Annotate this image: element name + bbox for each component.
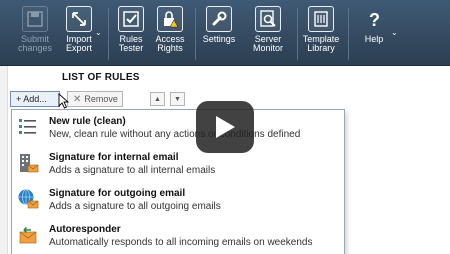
toolbar-separator [195, 8, 196, 60]
list-title: LIST OF RULES [62, 72, 140, 83]
template-library-button[interactable]: Template Library [302, 6, 340, 64]
remove-label: Remove [84, 94, 118, 104]
import-export-icon [66, 6, 92, 32]
menu-item-title: Signature for outgoing email [49, 188, 186, 199]
reply-mail-icon [17, 224, 39, 246]
toolbar-separator [108, 8, 109, 60]
server-monitor-icon [255, 6, 281, 32]
access-rights-button[interactable]: Access Rights [152, 6, 188, 64]
chevron-down-icon: ▼ [174, 95, 181, 103]
settings-label: Settings [202, 34, 236, 44]
menu-item-signature-outgoing[interactable]: Signature for outgoing email Adds a sign… [12, 185, 344, 217]
move-down-button[interactable]: ▼ [170, 92, 185, 106]
save-icon [22, 6, 48, 32]
import-export-label: Import Export [65, 34, 92, 53]
help-label: Help [364, 34, 384, 44]
move-up-button[interactable]: ▲ [150, 92, 165, 106]
menu-item-description: Automatically responds to all incoming e… [49, 237, 313, 248]
svg-text:?: ? [369, 10, 380, 29]
chevron-up-icon: ▲ [154, 95, 161, 103]
template-library-label: Template Library [302, 34, 340, 53]
main-toolbar: Submit changes Import Export ⌄ Rules Tester… [0, 0, 450, 66]
library-icon [308, 6, 334, 32]
menu-item-description: New, clean rule without any actions or c… [49, 129, 301, 140]
toolbar-separator [297, 8, 298, 60]
help-button[interactable]: ? Help [360, 6, 388, 64]
access-rights-label: Access Rights [155, 34, 185, 53]
left-panel-strip [0, 66, 8, 254]
add-rule-menu: New rule (clean) New, clean rule without… [11, 109, 345, 254]
submit-changes-button[interactable]: Submit changes [18, 6, 52, 64]
rules-tester-label: Rules Tester [118, 34, 144, 53]
import-export-dropdown-icon[interactable]: ⌄ [95, 28, 102, 37]
lock-warning-icon [157, 6, 183, 32]
add-rule-button[interactable]: + Add... [10, 91, 60, 107]
globe-mail-icon [17, 188, 39, 210]
menu-item-signature-internal[interactable]: Signature for internal email Adds a sign… [12, 149, 344, 181]
mouse-cursor-icon [58, 93, 70, 109]
import-export-button[interactable]: Import Export [62, 6, 96, 64]
close-icon: ✕ [73, 93, 82, 105]
help-dropdown-icon[interactable]: ⌄ [391, 28, 398, 37]
menu-item-title: Autoresponder [49, 224, 121, 235]
server-monitor-button[interactable]: Server Monitor [250, 6, 286, 64]
settings-button[interactable]: Settings [202, 6, 236, 64]
wrench-icon [206, 6, 232, 32]
menu-item-description: Adds a signature to all internal emails [49, 165, 216, 176]
play-icon [216, 116, 235, 138]
menu-item-autoresponder[interactable]: Autoresponder Automatically responds to … [12, 221, 344, 253]
server-monitor-label: Server Monitor [252, 34, 283, 53]
remove-rule-button[interactable]: ✕ Remove [67, 91, 123, 107]
menu-item-title: New rule (clean) [49, 116, 126, 127]
toolbar-separator [348, 8, 349, 60]
submit-label: Submit changes [17, 34, 53, 53]
video-play-button[interactable] [196, 101, 254, 153]
rules-tester-button[interactable]: Rules Tester [114, 6, 148, 64]
list-icon [17, 116, 39, 138]
question-icon: ? [361, 6, 387, 32]
menu-item-title: Signature for internal email [49, 152, 179, 163]
menu-item-new-rule[interactable]: New rule (clean) New, clean rule without… [12, 113, 344, 145]
building-mail-icon [17, 152, 39, 174]
menu-item-description: Adds a signature to all outgoing emails [49, 201, 221, 212]
rules-tester-icon [118, 6, 144, 32]
